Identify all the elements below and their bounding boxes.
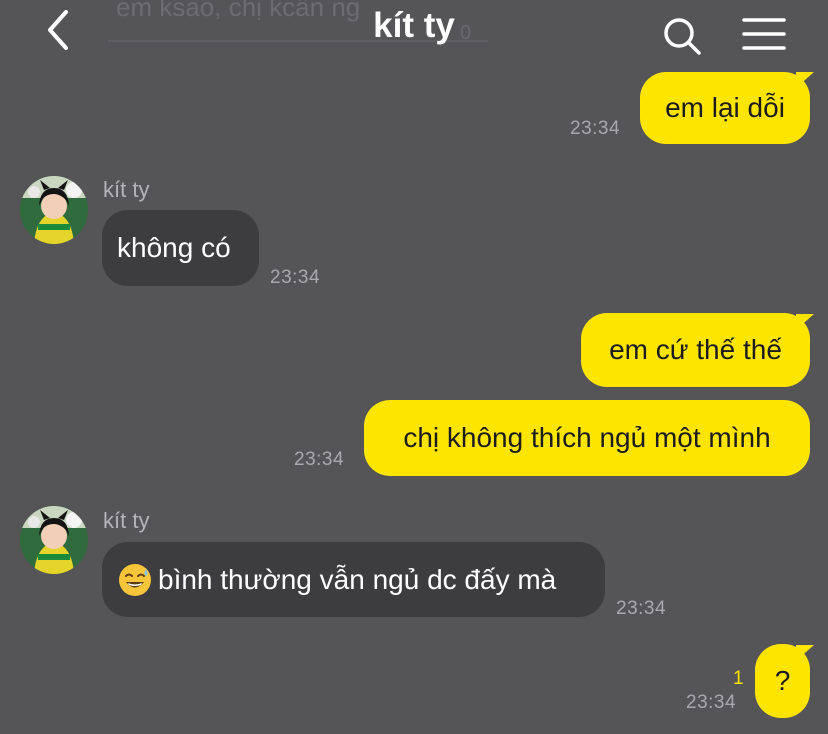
message-time: 23:34 xyxy=(570,118,621,139)
message-bubble-outgoing[interactable]: ? xyxy=(755,644,810,718)
chat-screen: em ksao, chị kcần ng 0 kít ty em lại dỗi… xyxy=(0,0,828,734)
menu-button[interactable] xyxy=(740,14,788,54)
message-bubble-outgoing[interactable]: em lại dỗi xyxy=(640,72,810,144)
message-bubble-outgoing[interactable]: em cứ thế thế xyxy=(581,313,810,387)
message-time: 23:34 xyxy=(686,692,737,713)
message-bubble-outgoing[interactable]: chị không thích ngủ một mình xyxy=(364,400,810,476)
avatar-image xyxy=(20,176,88,244)
message-time: 23:34 xyxy=(616,598,667,619)
message-bubble-incoming[interactable]: không có xyxy=(102,210,259,286)
message-time: 23:34 xyxy=(270,267,321,288)
sweat-smile-emoji-icon xyxy=(119,563,151,596)
message-text: bình thường vẫn ngủ dc đấy mà xyxy=(158,563,557,595)
sender-name: kít ty xyxy=(103,177,150,202)
sender-name: kít ty xyxy=(103,508,150,533)
unread-count: 1 xyxy=(733,668,744,689)
avatar[interactable] xyxy=(20,506,88,574)
hamburger-menu-icon xyxy=(742,18,786,50)
chat-header: em ksao, chị kcần ng 0 kít ty xyxy=(0,0,828,66)
message-bubble-incoming[interactable]: bình thường vẫn ngủ dc đấy mà xyxy=(102,542,605,617)
search-icon xyxy=(664,18,701,55)
avatar-image xyxy=(20,506,88,574)
avatar[interactable] xyxy=(20,176,88,244)
message-time: 23:34 xyxy=(294,449,345,470)
search-button[interactable] xyxy=(660,14,704,58)
